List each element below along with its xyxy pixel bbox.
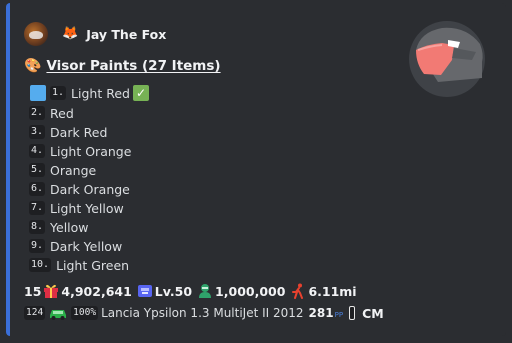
embed-title[interactable]: Visor Paints (27 Items) xyxy=(46,58,220,74)
list-item: 5. Orange xyxy=(29,161,96,179)
class-value: CM xyxy=(362,305,384,321)
pp-label: PP xyxy=(334,311,344,319)
item-number: 3. xyxy=(29,125,46,139)
item-name: Light Orange xyxy=(50,143,132,159)
runner-icon xyxy=(292,283,304,299)
embed-author: 🦊 Jay The Fox xyxy=(24,21,166,47)
item-name: Dark Orange xyxy=(50,181,130,197)
item-name: Dark Red xyxy=(50,124,108,140)
tire-icon xyxy=(349,306,356,320)
stats-row: 15 4,902,641 Lv.50 1,000,000 6.11mi xyxy=(24,282,357,300)
fox-icon: 🦊 xyxy=(62,26,79,41)
item-name: Orange xyxy=(50,162,97,178)
item-number: 6. xyxy=(29,182,46,196)
item-number: 8. xyxy=(29,220,46,234)
list-item: 2. Red xyxy=(29,104,74,122)
list-item: 10. Light Green xyxy=(29,256,129,274)
car-icon xyxy=(50,310,67,320)
item-number: 5. xyxy=(29,163,46,177)
list-item: 7. Light Yellow xyxy=(29,199,124,217)
list-item: 9. Dark Yellow xyxy=(29,237,122,255)
car-condition: 100% xyxy=(71,306,99,320)
item-number: 7. xyxy=(29,201,46,215)
helmet-icon xyxy=(409,21,485,97)
car-row: 124 100% Lancia Ypsilon 1.3 MultiJet II … xyxy=(24,304,384,322)
car-id: 124 xyxy=(24,306,46,320)
item-name: Light Green xyxy=(56,257,130,273)
list-item: 6. Dark Orange xyxy=(29,180,130,198)
check-mark-icon: ✓ xyxy=(132,85,149,101)
title-row: 🎨 Visor Paints (27 Items) xyxy=(24,56,221,76)
item-name: Light Yellow xyxy=(50,200,124,216)
level-value: Lv.50 xyxy=(154,283,193,299)
item-number: 2. xyxy=(29,106,46,120)
embed-card: 🦊 Jay The Fox 🎨 Visor Paints (27 Items) … xyxy=(6,3,506,336)
item-number: 4. xyxy=(29,144,46,158)
author-name[interactable]: Jay The Fox xyxy=(86,27,166,42)
list-item: 3. Dark Red xyxy=(29,123,107,141)
list-item: 8. Yellow xyxy=(29,218,89,236)
author-avatar[interactable] xyxy=(24,22,48,46)
item-name: Yellow xyxy=(50,219,89,235)
credits-value: 4,902,641 xyxy=(61,283,132,299)
item-number: 9. xyxy=(29,239,46,253)
list-item: 1. Light Red ✓ xyxy=(30,84,149,102)
driver-icon xyxy=(199,284,212,298)
level-badge-icon xyxy=(137,285,152,297)
item-number: 10. xyxy=(29,258,52,272)
xp-value: 1,000,000 xyxy=(215,283,286,299)
palette-icon: 🎨 xyxy=(24,58,42,74)
item-number: 1. xyxy=(50,86,67,100)
embed-accent-bar xyxy=(6,3,10,336)
distance-value: 6.11mi xyxy=(308,283,357,299)
item-name: Dark Yellow xyxy=(50,238,123,254)
item-name: Light Red xyxy=(71,85,130,101)
pp-value: 281 xyxy=(308,306,334,320)
gift-count: 15 xyxy=(24,283,42,299)
blue-square-icon xyxy=(30,85,46,101)
car-name: Lancia Ypsilon 1.3 MultiJet II 2012 xyxy=(101,306,304,320)
list-item: 4. Light Orange xyxy=(29,142,131,160)
item-name: Red xyxy=(50,105,74,121)
gift-icon xyxy=(44,284,59,298)
